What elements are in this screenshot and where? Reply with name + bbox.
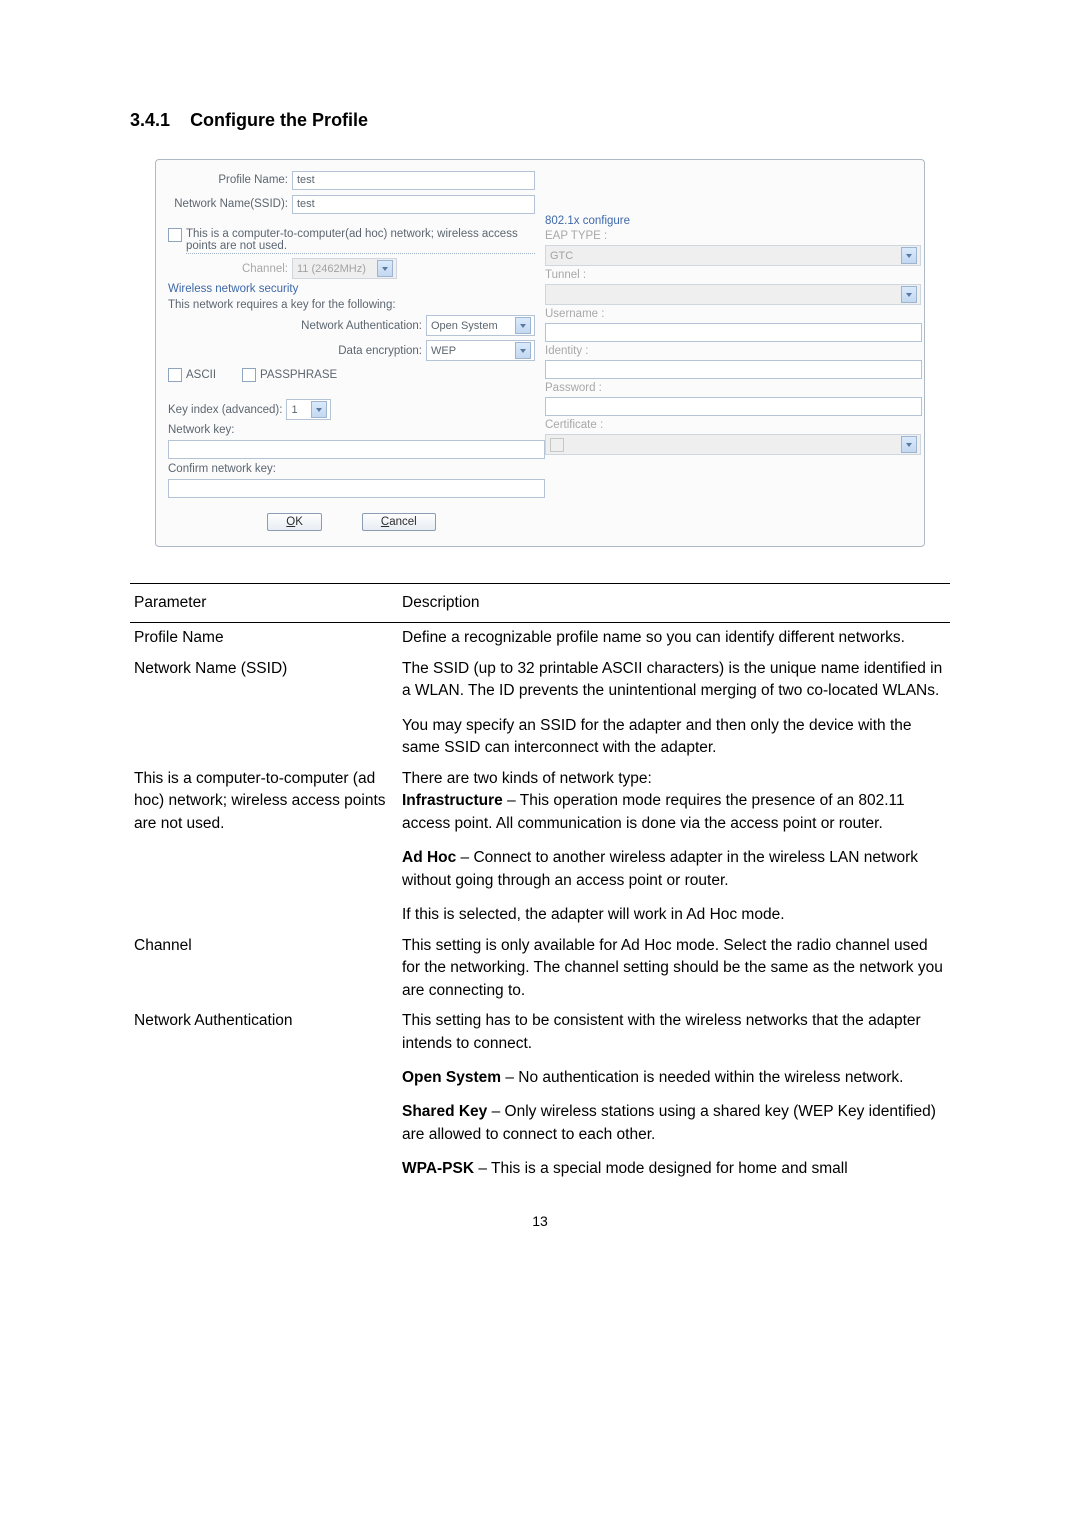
passphrase-checkbox[interactable] bbox=[242, 368, 256, 382]
page-number: 13 bbox=[130, 1213, 950, 1229]
ascii-checkbox[interactable] bbox=[168, 368, 182, 382]
desc-cell: This setting has to be consistent with t… bbox=[398, 1006, 950, 1185]
confirm-network-key-input[interactable] bbox=[168, 479, 545, 498]
param-cell: Network Authentication bbox=[130, 1006, 398, 1185]
certificate-checkbox bbox=[550, 438, 564, 452]
data-encryption-value: WEP bbox=[431, 345, 456, 357]
tunnel-label: Tunnel : bbox=[545, 269, 912, 281]
parameter-table: Parameter Description Profile Name Defin… bbox=[130, 583, 950, 1185]
network-auth-select[interactable]: Open System bbox=[426, 315, 535, 336]
table-header-parameter: Parameter bbox=[130, 584, 398, 623]
channel-select-value: 11 (2462MHz) bbox=[297, 263, 366, 275]
passphrase-checkbox-label: PASSPHRASE bbox=[260, 369, 337, 381]
adhoc-checkbox[interactable] bbox=[168, 228, 182, 242]
profile-dialog: Profile Name: Network Name(SSID): This i… bbox=[155, 159, 925, 547]
network-key-input[interactable] bbox=[168, 440, 545, 459]
section-number: 3.4.1 bbox=[130, 110, 170, 130]
desc-cell: There are two kinds of network type: Inf… bbox=[398, 764, 950, 931]
param-cell: Profile Name bbox=[130, 623, 398, 654]
chevron-down-icon bbox=[377, 260, 393, 277]
chevron-down-icon bbox=[901, 247, 917, 264]
table-row: This is a computer-to-computer (ad hoc) … bbox=[130, 764, 950, 931]
requires-key-label: This network requires a key for the foll… bbox=[168, 299, 535, 311]
ssid-label: Network Name(SSID): bbox=[168, 198, 288, 210]
network-key-label: Network key: bbox=[168, 424, 535, 436]
channel-label: Channel: bbox=[168, 263, 288, 275]
table-row: Channel This setting is only available f… bbox=[130, 931, 950, 1006]
key-index-value: 1 bbox=[291, 404, 297, 416]
param-cell: Channel bbox=[130, 931, 398, 1006]
identity-label: Identity : bbox=[545, 345, 912, 357]
chevron-down-icon bbox=[901, 436, 917, 453]
desc-cell: This setting is only available for Ad Ho… bbox=[398, 931, 950, 1006]
confirm-network-key-label: Confirm network key: bbox=[168, 463, 535, 475]
param-cell: Network Name (SSID) bbox=[130, 654, 398, 764]
wireless-network-security-label: Wireless network security bbox=[168, 283, 535, 295]
data-encryption-select[interactable]: WEP bbox=[426, 340, 535, 361]
network-auth-label: Network Authentication: bbox=[301, 320, 422, 332]
eap-type-label: EAP TYPE : bbox=[545, 230, 912, 242]
8021x-configure-label: 802.1x configure bbox=[545, 215, 912, 227]
eap-type-value: GTC bbox=[550, 250, 573, 262]
chevron-down-icon bbox=[515, 342, 531, 359]
table-header-description: Description bbox=[398, 584, 950, 623]
ok-button[interactable]: OK bbox=[267, 513, 322, 531]
password-label: Password : bbox=[545, 382, 912, 394]
section-heading: 3.4.1 Configure the Profile bbox=[130, 110, 950, 131]
section-title-text: Configure the Profile bbox=[190, 110, 368, 130]
key-index-select[interactable]: 1 bbox=[286, 399, 331, 420]
certificate-label: Certificate : bbox=[545, 419, 912, 431]
desc-cell: The SSID (up to 32 printable ASCII chara… bbox=[398, 654, 950, 764]
profile-name-label: Profile Name: bbox=[168, 174, 288, 186]
adhoc-checkbox-label: This is a computer-to-computer(ad hoc) n… bbox=[186, 228, 535, 254]
chevron-down-icon bbox=[901, 286, 917, 303]
username-label: Username : bbox=[545, 308, 912, 320]
tunnel-select[interactable] bbox=[545, 284, 921, 305]
table-row: Profile Name Define a recognizable profi… bbox=[130, 623, 950, 654]
certificate-select[interactable] bbox=[545, 434, 921, 455]
identity-input[interactable] bbox=[545, 360, 922, 379]
table-row: Network Authentication This setting has … bbox=[130, 1006, 950, 1185]
key-index-label: Key index (advanced): bbox=[168, 404, 282, 416]
cancel-button[interactable]: Cancel bbox=[362, 513, 436, 531]
chevron-down-icon bbox=[311, 401, 327, 418]
username-input[interactable] bbox=[545, 323, 922, 342]
network-auth-value: Open System bbox=[431, 320, 498, 332]
chevron-down-icon bbox=[515, 317, 531, 334]
param-cell: This is a computer-to-computer (ad hoc) … bbox=[130, 764, 398, 931]
channel-select[interactable]: 11 (2462MHz) bbox=[292, 258, 397, 279]
ssid-input[interactable] bbox=[292, 195, 535, 214]
desc-cell: Define a recognizable profile name so yo… bbox=[398, 623, 950, 654]
ascii-checkbox-label: ASCII bbox=[186, 369, 216, 381]
eap-type-select[interactable]: GTC bbox=[545, 245, 921, 266]
password-input[interactable] bbox=[545, 397, 922, 416]
table-row: Network Name (SSID) The SSID (up to 32 p… bbox=[130, 654, 950, 764]
data-encryption-label: Data encryption: bbox=[338, 345, 422, 357]
profile-name-input[interactable] bbox=[292, 171, 535, 190]
